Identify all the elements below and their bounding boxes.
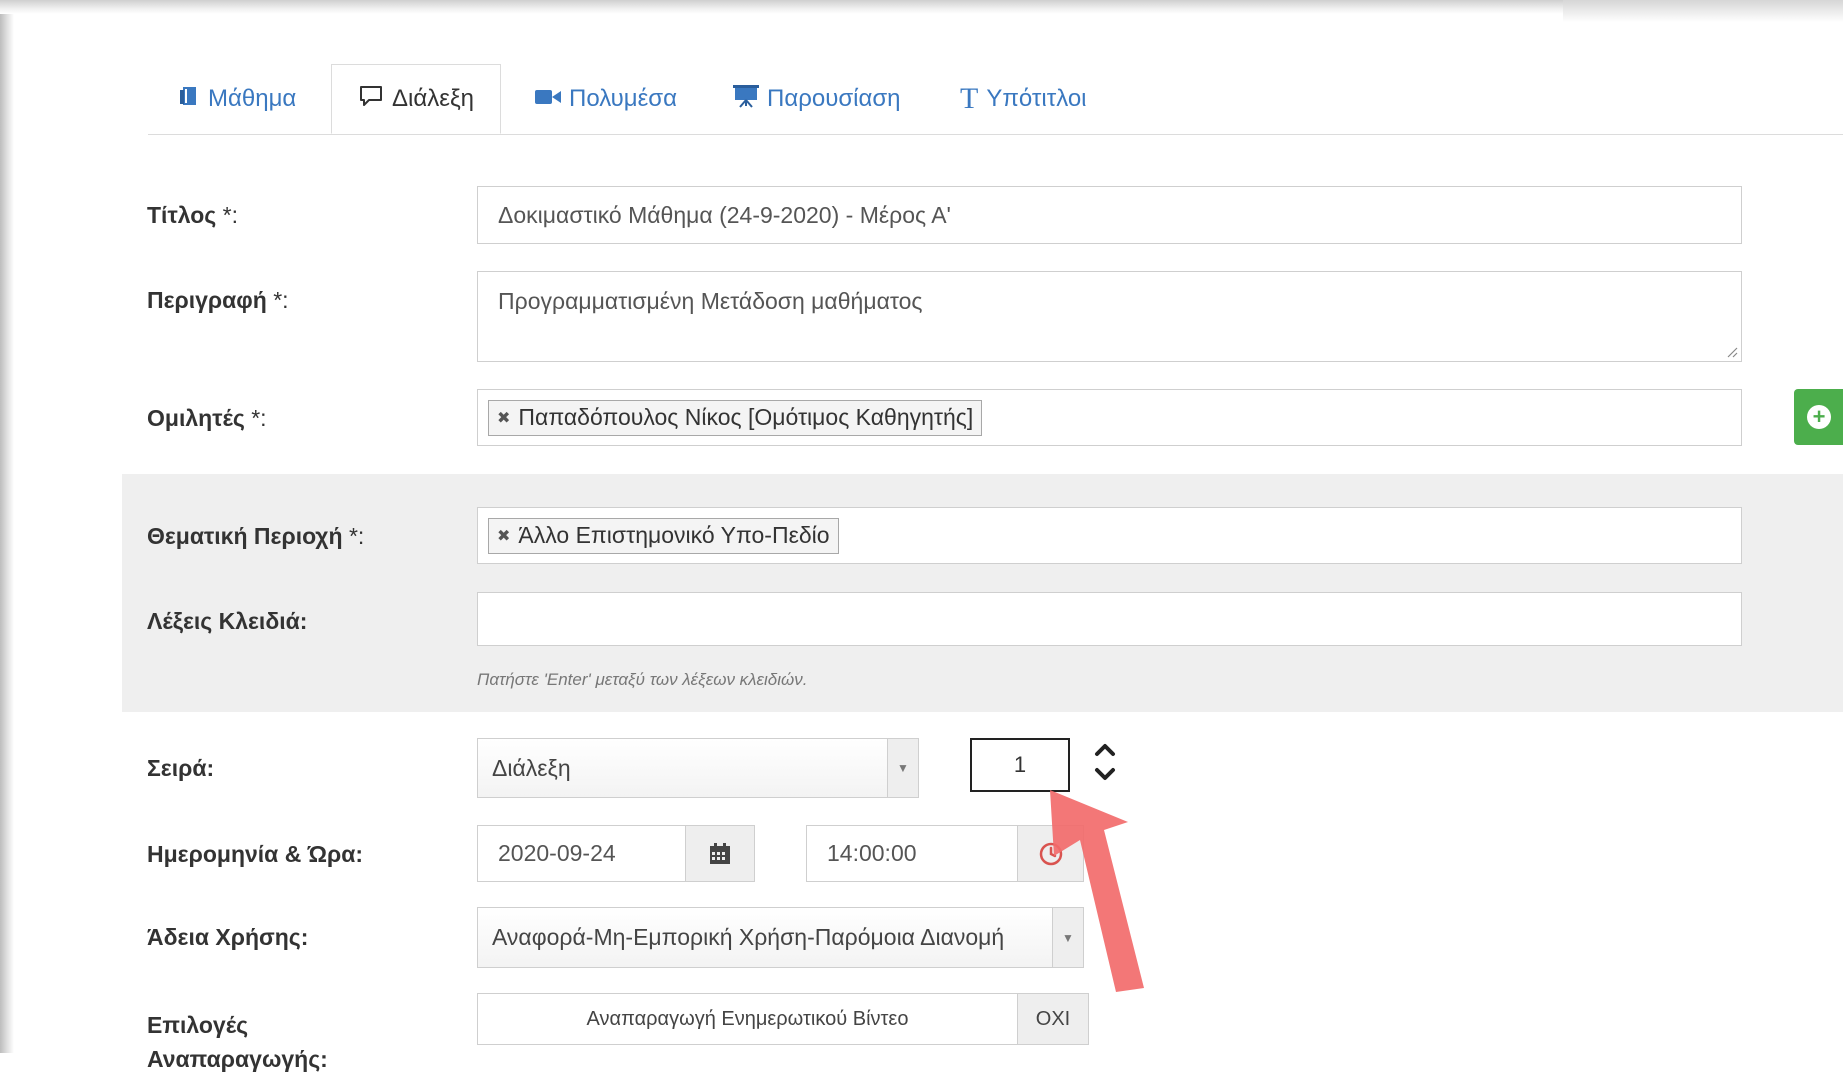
topic-label: Θεματική Περιοχή *: <box>147 523 365 549</box>
chat-bubble-icon <box>358 84 384 115</box>
playback-options-label: Επιλογές Αναπαραγωγής: <box>147 1012 328 1072</box>
date-input[interactable]: 2020-09-24 <box>477 825 686 882</box>
description-textarea[interactable]: Προγραμματισμένη Μετάδοση μαθήματος <box>477 271 1742 362</box>
keywords-label: Λέξεις Κλειδιά: <box>147 608 308 634</box>
speaker-tag-label: Παπαδόπουλος Νίκος [Ομότιμος Καθηγητής] <box>518 404 974 430</box>
chevron-down-icon: ▼ <box>887 739 918 797</box>
license-select[interactable]: Αναφορά-Μη-Εμπορική Χρήση-Παρόμοια Διανο… <box>477 907 1084 968</box>
date-value: 2020-09-24 <box>498 840 616 866</box>
license-label: Άδεια Χρήσης: <box>147 924 309 950</box>
title-input-value: Δοκιμαστικό Μάθημα (24-9-2020) - Μέρος Α… <box>498 201 951 228</box>
description-value: Προγραμματισμένη Μετάδοση μαθήματος <box>498 288 923 314</box>
remove-tag-icon[interactable]: ✖ <box>497 526 510 546</box>
book-icon <box>180 85 200 114</box>
topic-multiselect[interactable]: ✖ Άλλο Επιστημονικό Υπο-Πεδίο <box>477 507 1742 564</box>
tab-multimedia[interactable]: Πολυμέσα <box>535 64 677 134</box>
series-select-value: Διάλεξη <box>492 754 571 781</box>
tab-lecture-label: Διάλεξη <box>392 85 475 112</box>
video-camera-icon <box>535 85 561 113</box>
series-label: Σειρά: <box>147 755 215 781</box>
resize-handle-icon[interactable] <box>1726 346 1738 358</box>
speaker-tag: ✖ Παπαδόπουλος Νίκος [Ομότιμος Καθηγητής… <box>488 399 983 436</box>
tab-subtitles[interactable]: T Υπότιτλοι <box>960 64 1087 134</box>
annotation-arrow <box>1050 790 1144 992</box>
speakers-multiselect[interactable]: ✖ Παπαδόπουλος Νίκος [Ομότιμος Καθηγητής… <box>477 389 1742 446</box>
tab-multimedia-label: Πολυμέσα <box>569 85 677 112</box>
playback-toggle-button[interactable]: ΟΧΙ <box>1017 994 1088 1044</box>
topic-tag: ✖ Άλλο Επιστημονικό Υπο-Πεδίο <box>488 517 839 554</box>
title-input[interactable]: Δοκιμαστικό Μάθημα (24-9-2020) - Μέρος Α… <box>477 186 1742 244</box>
add-speaker-button[interactable]: + <box>1794 389 1843 445</box>
keywords-input[interactable] <box>477 592 1742 646</box>
tab-subtitles-label: Υπότιτλοι <box>986 85 1087 112</box>
window-shadow-left <box>0 0 14 1053</box>
description-label: Περιγραφή *: <box>147 287 289 313</box>
tab-bar: Μάθημα Διάλεξη Πολυμέσα Παρουσίαση T Υπό… <box>148 64 1843 135</box>
license-select-value: Αναφορά-Μη-Εμπορική Χρήση-Παρόμοια Διανο… <box>492 924 1005 950</box>
tab-course[interactable]: Μάθημα <box>180 64 296 134</box>
tab-course-label: Μάθημα <box>208 85 297 112</box>
series-number-value: 1 <box>1013 752 1027 777</box>
keywords-hint: Πατήστε 'Enter' μεταξύ των λέξεων κλειδι… <box>477 670 808 689</box>
text-t-icon: T <box>960 82 979 115</box>
topic-tag-label: Άλλο Επιστημονικό Υπο-Πεδίο <box>518 522 830 548</box>
plus-circle-icon: + <box>1807 405 1831 429</box>
playback-option-label: Αναπαραγωγή Ενημερωτικού Βίντεο <box>586 1007 909 1030</box>
tab-presentation-label: Παρουσίαση <box>767 85 901 112</box>
series-select[interactable]: Διάλεξη ▼ <box>477 738 919 798</box>
tab-presentation[interactable]: Παρουσίαση <box>733 64 901 134</box>
time-value: 14:00:00 <box>827 840 917 866</box>
calendar-icon <box>710 842 730 864</box>
playback-option-row: Αναπαραγωγή Ενημερωτικού Βίντεο ΟΧΙ <box>477 993 1089 1045</box>
tab-lecture[interactable]: Διάλεξη <box>331 64 502 134</box>
presentation-board-icon <box>733 84 759 115</box>
title-label: Τίτλος *: <box>147 202 238 228</box>
time-input[interactable]: 14:00:00 <box>806 825 1018 882</box>
calendar-button[interactable] <box>685 825 755 882</box>
datetime-label: Ημερομηνία & Ώρα: <box>147 841 364 867</box>
speakers-label: Ομιλητές *: <box>147 405 267 431</box>
remove-tag-icon[interactable]: ✖ <box>497 408 510 428</box>
window-shadow-top-right <box>1563 0 1843 22</box>
